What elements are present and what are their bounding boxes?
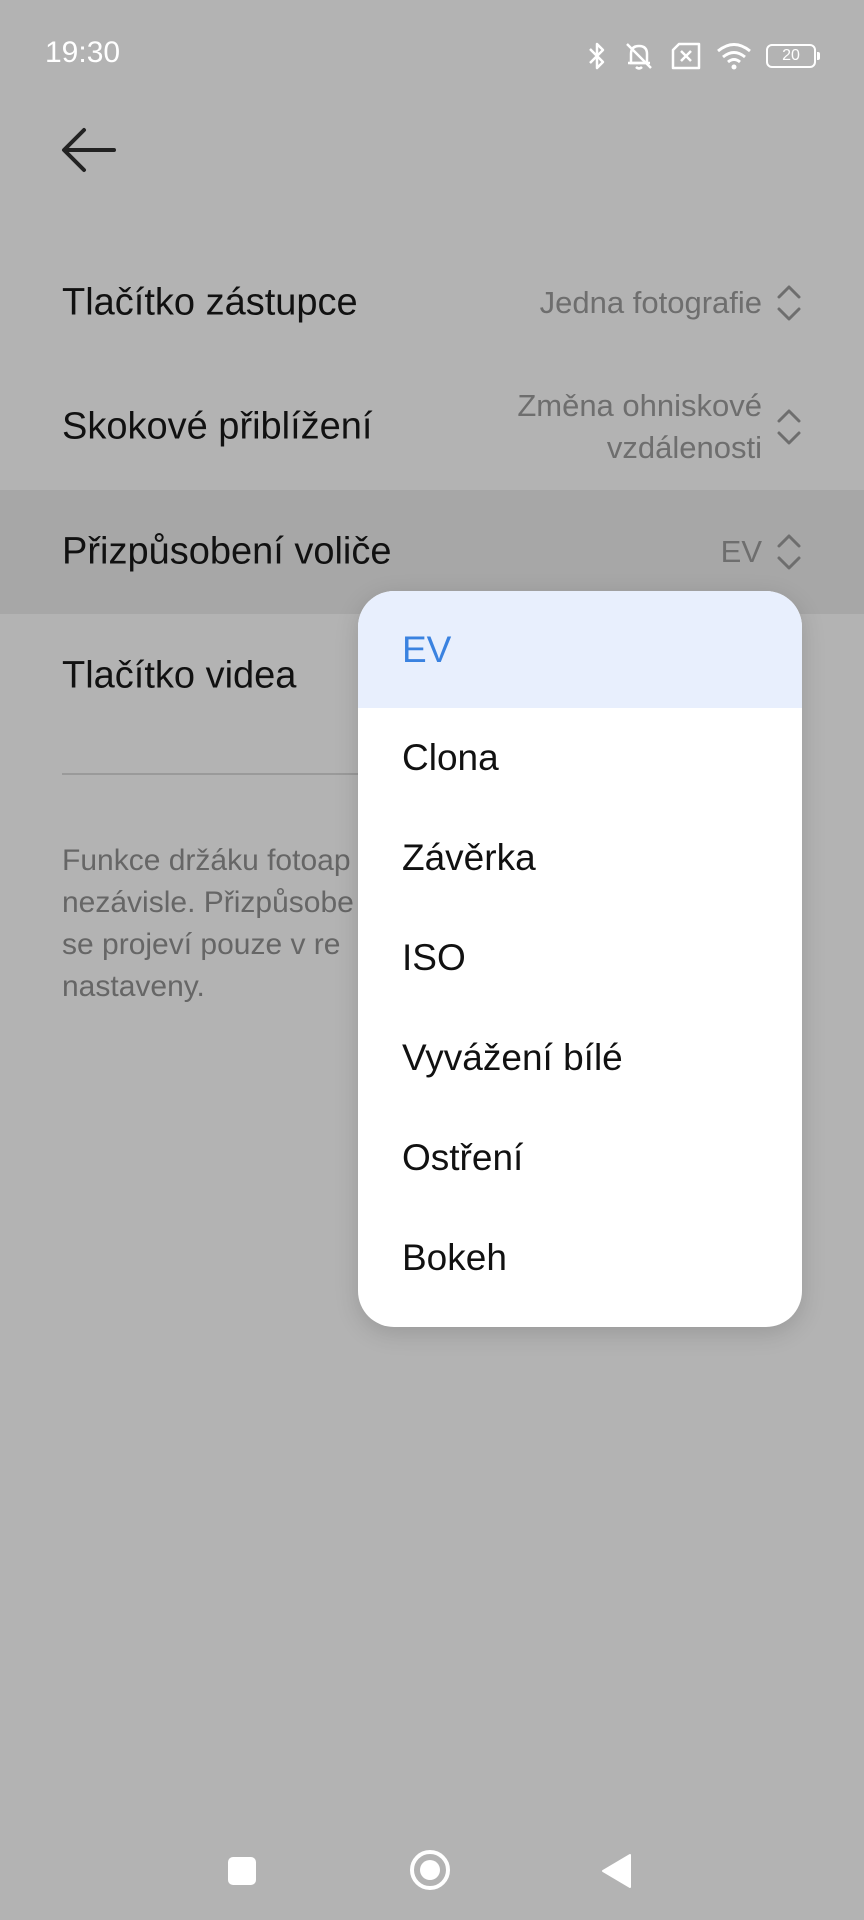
setting-value: EV [720, 534, 762, 569]
setting-label: Přizpůsobení voliče [62, 530, 392, 573]
up-down-chevron-icon [777, 285, 801, 321]
dropdown-option-aperture[interactable]: Clona [358, 708, 802, 808]
battery-icon: 20 [766, 44, 820, 68]
no-sim-icon [671, 42, 701, 70]
dropdown-option-focus[interactable]: Ostření [358, 1108, 802, 1208]
dial-options-dropdown: EV Clona Závěrka ISO Vyvážení bílé Ostře… [358, 591, 802, 1327]
up-down-chevron-icon [777, 409, 801, 445]
mute-bell-icon [626, 43, 652, 70]
up-down-chevron-icon [777, 534, 801, 570]
status-time: 19:30 [45, 36, 121, 69]
arrow-left-icon [62, 128, 116, 172]
setting-value-line: vzdálenosti [606, 430, 762, 465]
dropdown-option-bokeh[interactable]: Bokeh [358, 1208, 802, 1308]
dropdown-option-white-balance[interactable]: Vyvážení bílé [358, 1008, 802, 1108]
setting-jump-zoom[interactable]: Skokové přiblížení Změna ohniskové vzdál… [0, 365, 864, 489]
status-bar: 19:30 20 [0, 0, 864, 110]
recents-button[interactable] [228, 1857, 256, 1885]
nav-back-button[interactable] [600, 1852, 632, 1890]
setting-value-line: Změna ohniskové [517, 388, 762, 423]
status-icons: 20 [586, 36, 820, 76]
setting-label: Skokové přiblížení [62, 405, 373, 448]
setting-value: Změna ohniskové vzdálenosti [517, 385, 762, 469]
setting-label: Tlačítko zástupce [62, 281, 358, 324]
dropdown-option-iso[interactable]: ISO [358, 908, 802, 1008]
navigation-bar [0, 1810, 864, 1920]
dropdown-option-shutter[interactable]: Závěrka [358, 808, 802, 908]
battery-level: 20 [782, 47, 800, 64]
back-button[interactable] [58, 124, 120, 176]
setting-shortcut-button[interactable]: Tlačítko zástupce Jedna fotografie [0, 241, 864, 365]
dropdown-option-ev[interactable]: EV [358, 591, 802, 708]
setting-value: Jedna fotografie [539, 285, 762, 320]
wifi-icon [717, 43, 751, 70]
setting-label: Tlačítko videa [62, 654, 297, 697]
home-button[interactable] [408, 1848, 452, 1892]
bluetooth-icon [589, 42, 605, 70]
